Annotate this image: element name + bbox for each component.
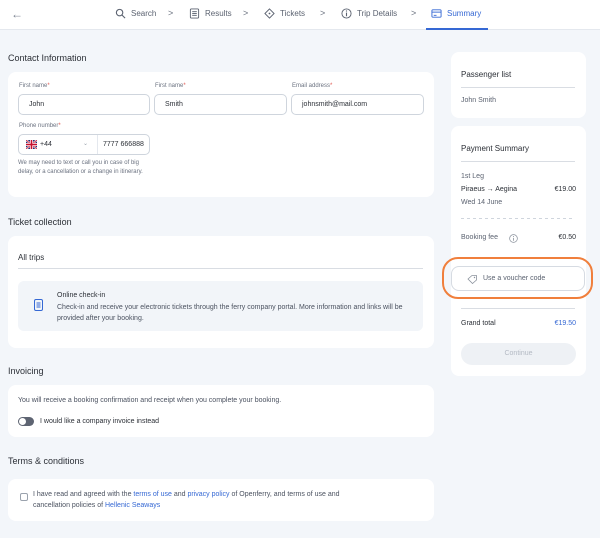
ticket-collection-heading: Ticket collection (8, 217, 72, 227)
payment-summary-card (451, 126, 586, 376)
invoicing-text: You will receive a booking confirmation … (18, 397, 282, 404)
phone-country-code[interactable]: +44 (40, 141, 52, 148)
chevron-down-icon[interactable]: ⌄ (83, 140, 88, 147)
card-icon (431, 9, 442, 18)
route-label: Piraeus → Aegina (461, 186, 518, 193)
divider (461, 308, 575, 309)
company-invoice-toggle[interactable] (18, 417, 34, 426)
step-trip-details[interactable]: Trip Details (341, 8, 397, 19)
step-tickets[interactable]: Tickets (264, 8, 305, 19)
search-icon (115, 8, 126, 19)
divider (461, 87, 575, 88)
step-label: Trip Details (357, 9, 398, 18)
first-name-field[interactable]: John (18, 94, 150, 115)
terms-heading: Terms & conditions (8, 456, 85, 466)
grand-total-price: €19.50 (554, 320, 576, 327)
privacy-policy-link[interactable]: privacy policy (188, 491, 230, 498)
chevron-right-icon: > (320, 8, 326, 18)
leg-label: 1st Leg (461, 173, 484, 180)
phone-note: We may need to text or call you in case … (18, 160, 143, 175)
booking-fee-price: €0.50 (558, 234, 576, 241)
email-field[interactable]: johnsmith@mail.com (291, 94, 424, 115)
phone-label: Phone number* (19, 123, 61, 129)
terms-of-use-link[interactable]: terms of use (133, 491, 172, 498)
invoicing-card (8, 385, 434, 437)
phone-field[interactable]: +44 ⌄ 7777 666888 (18, 134, 150, 155)
all-trips-title: All trips (18, 253, 45, 262)
last-name-field[interactable]: Smith (154, 94, 287, 115)
contact-heading: Contact Information (8, 53, 87, 63)
online-checkin-text: Check-in and receive your electronic tic… (57, 304, 403, 322)
divider (461, 161, 575, 162)
dashed-divider (461, 218, 575, 219)
list-icon (189, 8, 200, 19)
grand-total-label: Grand total (461, 320, 496, 327)
top-navigation: ← Search > Results > Tickets > Trip Deta… (0, 0, 600, 30)
info-icon (341, 8, 352, 19)
email-label: Email address* (292, 83, 333, 89)
step-label: Tickets (280, 9, 306, 18)
arrow-left-icon[interactable]: ← (11, 7, 23, 21)
booking-fee-label: Booking fee (461, 234, 498, 241)
payment-summary-title: Payment Summary (461, 144, 530, 153)
step-results[interactable]: Results (189, 8, 232, 19)
phone-number-value[interactable]: 7777 666888 (103, 141, 144, 148)
active-step-indicator (426, 28, 488, 30)
step-label: Results (205, 9, 232, 18)
invoicing-heading: Invoicing (8, 366, 44, 376)
passenger-list-card (451, 52, 586, 118)
step-label: Search (131, 9, 157, 18)
uk-flag-icon (26, 140, 37, 149)
info-icon[interactable] (509, 234, 518, 243)
trip-date: Wed 14 June (461, 199, 503, 206)
chevron-right-icon: > (168, 8, 174, 18)
hellenic-seaways-link[interactable]: Hellenic Seaways (105, 502, 160, 509)
voucher-label: Use a voucher code (483, 275, 546, 282)
first-name-label: First name* (19, 83, 50, 89)
continue-button[interactable]: Continue (461, 343, 576, 365)
phone-divider (97, 135, 98, 154)
divider (18, 268, 423, 269)
last-name-label: First name* (155, 83, 186, 89)
online-checkin-title: Online check-in (57, 292, 106, 299)
voucher-button[interactable]: Use a voucher code (451, 266, 585, 291)
tag-icon (467, 275, 477, 284)
ticket-icon (264, 8, 275, 19)
step-summary[interactable]: Summary (431, 8, 481, 19)
terms-checkbox[interactable] (20, 493, 28, 501)
passenger-list-title: Passenger list (461, 70, 512, 79)
passenger-name: John Smith (461, 97, 497, 104)
company-invoice-label: I would like a company invoice instead (40, 418, 160, 425)
chevron-right-icon: > (243, 8, 249, 18)
step-search[interactable]: Search (115, 8, 156, 19)
chevron-right-icon: > (411, 8, 417, 18)
phone-ticket-icon (34, 299, 43, 311)
step-label: Summary (447, 9, 482, 18)
route-price: €19.00 (554, 186, 576, 193)
terms-text: I have read and agreed with the terms of… (33, 491, 340, 509)
